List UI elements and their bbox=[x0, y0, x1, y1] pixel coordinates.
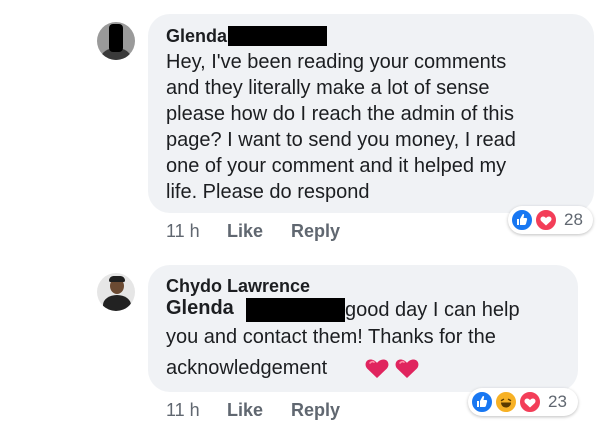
love-icon bbox=[534, 208, 558, 232]
comment-text-line: life. Please do respond bbox=[166, 181, 370, 203]
avatar-cap bbox=[109, 276, 125, 282]
redaction-bar bbox=[246, 298, 345, 322]
comment-author[interactable]: Glenda bbox=[166, 26, 227, 47]
comment-text-line: you and contact them! Thanks for the bbox=[166, 326, 496, 348]
mention-tag[interactable]: Glenda bbox=[166, 297, 234, 320]
reactions-summary[interactable]: 23 bbox=[468, 388, 578, 416]
reply-button[interactable]: Reply bbox=[291, 400, 340, 421]
comment-timestamp[interactable]: 11 h bbox=[166, 400, 200, 421]
comment-text-line: good day I can help bbox=[345, 299, 520, 321]
like-icon bbox=[470, 390, 494, 414]
redaction-bar bbox=[109, 24, 123, 52]
like-icon bbox=[510, 208, 534, 232]
haha-icon bbox=[494, 390, 518, 414]
reactions-summary[interactable]: 28 bbox=[508, 206, 593, 234]
comment-text: Hey, I've been reading your comments and… bbox=[166, 49, 516, 205]
reaction-count: 28 bbox=[564, 210, 583, 229]
like-button[interactable]: Like bbox=[227, 400, 263, 421]
heart-emoji bbox=[395, 359, 419, 378]
comment-text-line: Hey, I've been reading your comments bbox=[166, 51, 507, 73]
love-icon bbox=[518, 390, 542, 414]
comment-text-line: page? I want to send you money, I read bbox=[166, 129, 516, 151]
reply-button[interactable]: Reply bbox=[291, 221, 340, 242]
reaction-count: 23 bbox=[548, 392, 567, 411]
heart-emoji bbox=[365, 359, 389, 378]
comment-timestamp[interactable]: 11 h bbox=[166, 221, 200, 242]
comment-text-line: one of your comment and it helped my bbox=[166, 155, 507, 177]
redaction-bar bbox=[228, 26, 327, 46]
comment-text-line: acknowledgement bbox=[166, 357, 328, 379]
comment-text-line: and they literally make a lot of sense bbox=[166, 77, 490, 99]
avatar-figure bbox=[103, 295, 131, 311]
like-button[interactable]: Like bbox=[227, 221, 263, 242]
comment-text-line: please how do I reach the admin of this bbox=[166, 103, 514, 125]
avatar[interactable] bbox=[97, 22, 135, 60]
comment-thread: Glenda Hey, I've been reading your comme… bbox=[0, 0, 606, 432]
comment-author[interactable]: Chydo Lawrence bbox=[166, 276, 310, 297]
avatar[interactable] bbox=[97, 273, 135, 311]
